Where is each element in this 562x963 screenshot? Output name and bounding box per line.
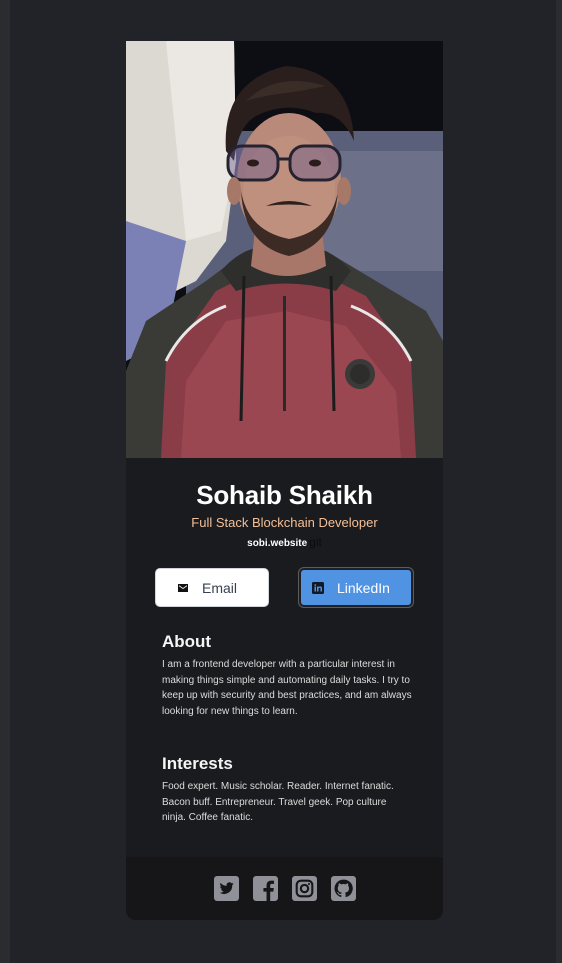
website-row: sobi.website git — [126, 535, 443, 549]
twitter-icon[interactable] — [213, 876, 239, 901]
envelope-icon — [178, 583, 188, 592]
profile-name: Sohaib Shaikh — [196, 480, 373, 510]
website-link[interactable]: sobi.website — [247, 538, 307, 549]
facebook-icon[interactable] — [252, 876, 278, 901]
git-tag: git — [309, 535, 322, 549]
email-button-label: Email — [202, 579, 238, 596]
email-button[interactable]: Email — [155, 568, 269, 607]
linkedin-icon — [312, 581, 324, 594]
about-text: I am a frontend developer with a particu… — [162, 659, 412, 717]
interests-text: Food expert. Music scholar. Reader. Inte… — [162, 781, 394, 823]
social-footer — [126, 857, 443, 920]
github-icon[interactable] — [330, 876, 356, 901]
profile-role: Full Stack Blockchain Developer — [191, 515, 378, 530]
linkedin-button-label: LinkedIn — [337, 579, 390, 596]
interests-heading: Interests — [162, 754, 233, 773]
linkedin-button[interactable]: LinkedIn — [299, 568, 413, 607]
profile-photo — [126, 41, 443, 458]
about-heading: About — [162, 632, 212, 651]
instagram-icon[interactable] — [291, 876, 317, 901]
profile-card: Sohaib Shaikh Full Stack Blockchain Deve… — [126, 41, 443, 920]
